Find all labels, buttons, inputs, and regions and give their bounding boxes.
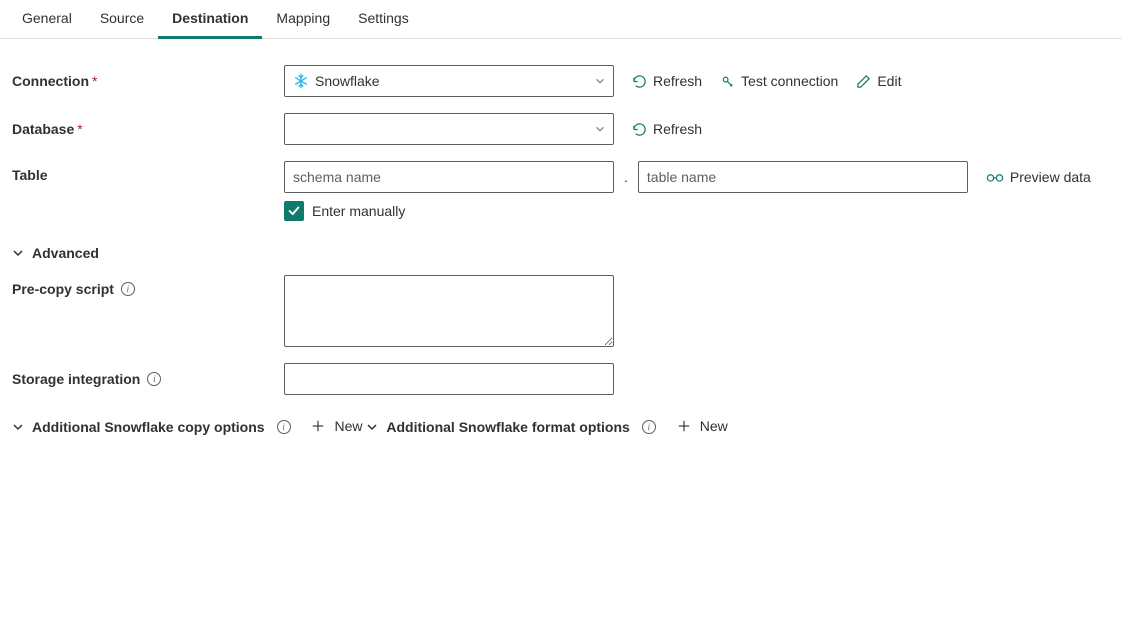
addl-copy-section-toggle[interactable]: Additional Snowflake copy options i [12, 419, 291, 435]
refresh-icon [632, 74, 647, 89]
refresh-connection-button[interactable]: Refresh [632, 73, 702, 89]
enter-manually-label: Enter manually [312, 203, 405, 219]
chevron-down-icon [595, 124, 605, 134]
preview-data-button[interactable]: Preview data [986, 169, 1091, 185]
advanced-section-toggle[interactable]: Advanced [12, 245, 99, 261]
schema-name-input[interactable] [284, 161, 614, 193]
connection-select[interactable]: Snowflake [284, 65, 614, 97]
tab-mapping[interactable]: Mapping [262, 0, 344, 39]
chevron-down-icon [12, 421, 24, 433]
precopy-script-input[interactable] [284, 275, 614, 347]
glasses-icon [986, 171, 1004, 183]
snowflake-icon [293, 73, 309, 89]
tab-source[interactable]: Source [86, 0, 158, 39]
test-connection-button[interactable]: Test connection [720, 73, 838, 89]
form-area: Connection* Snowflake [0, 57, 1122, 466]
plus-icon [676, 418, 692, 434]
tabs: General Source Destination Mapping Setti… [0, 0, 1122, 39]
precopy-label: Pre-copy script i [12, 275, 284, 297]
refresh-database-button[interactable]: Refresh [632, 121, 702, 137]
new-copy-option-button[interactable]: New [310, 418, 362, 434]
required-marker: * [77, 121, 82, 137]
database-label: Database* [12, 121, 284, 137]
required-marker: * [92, 73, 97, 89]
table-name-input[interactable] [638, 161, 968, 193]
plus-icon [310, 418, 326, 434]
addl-format-section-toggle[interactable]: Additional Snowflake format options i [366, 419, 655, 435]
chevron-down-icon [12, 247, 24, 259]
info-icon[interactable]: i [147, 372, 161, 386]
database-select[interactable] [284, 113, 614, 145]
tab-destination[interactable]: Destination [158, 0, 262, 39]
enter-manually-checkbox[interactable] [284, 201, 304, 221]
info-icon[interactable]: i [642, 420, 656, 434]
connection-value: Snowflake [315, 73, 380, 89]
refresh-icon [632, 122, 647, 137]
plug-icon [720, 74, 735, 89]
pencil-icon [856, 74, 871, 89]
info-icon[interactable]: i [277, 420, 291, 434]
info-icon[interactable]: i [121, 282, 135, 296]
storage-integration-label: Storage integration i [12, 371, 284, 387]
edit-button[interactable]: Edit [856, 73, 901, 89]
chevron-down-icon [366, 421, 378, 433]
storage-integration-input[interactable] [284, 363, 614, 395]
table-label: Table [12, 161, 284, 183]
dot-separator: . [624, 169, 628, 185]
new-format-option-button[interactable]: New [676, 418, 728, 434]
connection-label: Connection* [12, 73, 284, 89]
chevron-down-icon [595, 76, 605, 86]
tab-settings[interactable]: Settings [344, 0, 423, 39]
check-icon [287, 204, 301, 218]
tab-general[interactable]: General [8, 0, 86, 39]
